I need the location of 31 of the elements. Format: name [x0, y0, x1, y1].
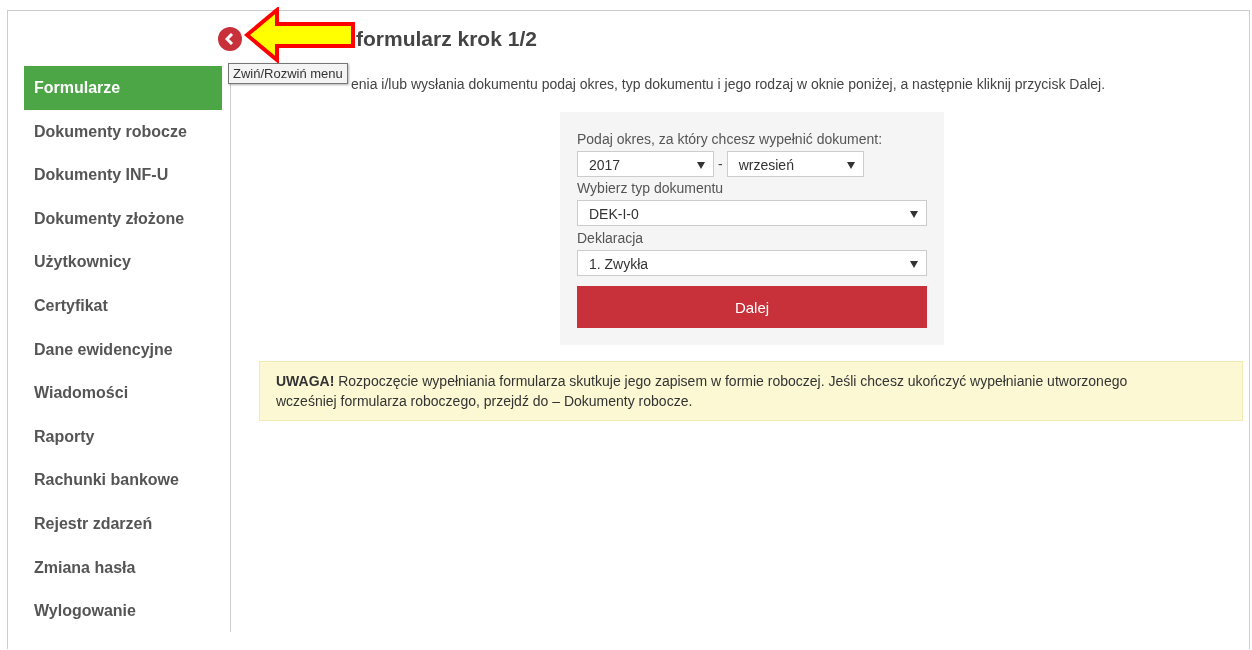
sidebar-item[interactable]: Certyfikat	[24, 283, 222, 328]
page-title: formularz krok 1/2	[356, 26, 537, 51]
separator-text: -	[718, 156, 723, 172]
caret-icon	[697, 162, 705, 169]
sidebar-item[interactable]: Rachunki bankowe	[24, 458, 222, 502]
field-label: Podaj okres, za który chcesz wypełnić dokument:	[577, 131, 884, 147]
tooltip: Zwiń/Rozwiń menu	[228, 62, 348, 84]
sidebar-item[interactable]: Rejestr zdarzeń	[24, 501, 222, 546]
notice-text: UWAGA! Rozpoczęcie wypełniania formularza skutkuje jego zapisem w formie roboczej. Jeśli chcesz ukończyć wypełnianie utworzonego wcześniej formularza roboczego, przejdź do – Dokumenty robocze.	[276, 372, 1129, 411]
intro-text: enia i/lub wysłania dokumentu podaj okres, typ dokumentu i jego rodzaj w oknie poniżej, a następnie kliknij przycisk Dalej.	[351, 76, 1107, 92]
collapse-menu-button[interactable]	[218, 26, 242, 51]
sidebar-item[interactable]: Zmiana hasła	[24, 545, 222, 590]
sidebar-item[interactable]: Dokumenty INF-U	[24, 153, 222, 197]
sidebar-item[interactable]: Dokumenty robocze	[24, 109, 222, 154]
field-label: Deklaracja	[577, 230, 645, 246]
year-select[interactable]: 2017	[577, 151, 714, 177]
sidebar-item[interactable]: Użytkownicy	[24, 240, 222, 284]
sidebar-item[interactable]: Wylogowanie	[24, 589, 222, 633]
field-label: Wybierz typ dokumentu	[577, 180, 725, 196]
sidebar-item[interactable]: Dokumenty złożone	[24, 196, 222, 241]
caret-icon	[846, 162, 855, 169]
caret-icon	[910, 211, 918, 218]
declaration-select[interactable]: 1. Zwykła	[577, 250, 927, 276]
sidebar-item[interactable]: Dane ewidencyjne	[24, 327, 222, 372]
month-select[interactable]: wrzesień	[726, 151, 864, 177]
document-type-select[interactable]: DEK-I-0	[577, 200, 927, 226]
next-button[interactable]: Dalej	[577, 286, 927, 328]
chevron-left-icon	[225, 32, 235, 45]
caret-icon	[910, 261, 918, 268]
sidebar-item[interactable]: Wiadomości	[24, 371, 222, 415]
sidebar-item[interactable]: Raporty	[24, 414, 222, 459]
